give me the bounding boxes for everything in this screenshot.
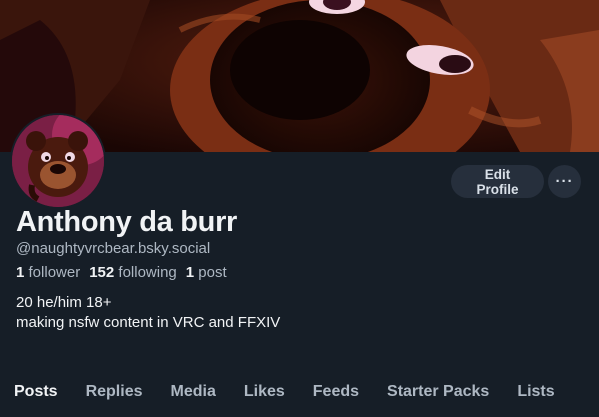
more-options-button[interactable]: ··· [548, 165, 581, 198]
tab-starter-packs[interactable]: Starter Packs [373, 372, 503, 417]
profile-stats: 1 follower 152 following 1 post [16, 264, 227, 281]
following-count: 152 [89, 264, 115, 281]
posts-stat: 1 post [186, 264, 227, 281]
bio-line: making nsfw content in VRC and FFXIV [16, 314, 281, 331]
avatar[interactable] [10, 113, 106, 209]
tab-feeds[interactable]: Feeds [299, 372, 373, 417]
followers-label: follower [28, 264, 81, 281]
tab-likes[interactable]: Likes [230, 372, 299, 417]
bio-line: 20 he/him 18+ [16, 294, 112, 311]
edit-profile-button[interactable]: Edit Profile [451, 165, 544, 198]
tab-replies[interactable]: Replies [72, 372, 157, 417]
profile-page: Edit Profile ··· Anthony da burr @naught… [0, 0, 599, 417]
ellipsis-icon: ··· [555, 173, 574, 190]
profile-bio: 20 he/him 18+ making nsfw content in VRC… [16, 293, 280, 333]
display-name: Anthony da burr [16, 206, 238, 238]
following-label: following [118, 264, 177, 281]
tab-posts[interactable]: Posts [0, 372, 72, 417]
profile-tabs: Posts Replies Media Likes Feeds Starter … [0, 372, 599, 417]
followers-count: 1 [16, 264, 25, 281]
tab-lists[interactable]: Lists [503, 372, 568, 417]
followers-link[interactable]: 1 follower [16, 264, 80, 281]
avatar-image [12, 115, 104, 207]
posts-count: 1 [185, 264, 195, 281]
posts-label: post [198, 264, 227, 281]
following-link[interactable]: 152 following [89, 264, 177, 281]
profile-handle: @naughtyvrcbear.bsky.social [16, 240, 211, 257]
tab-media[interactable]: Media [157, 372, 230, 417]
